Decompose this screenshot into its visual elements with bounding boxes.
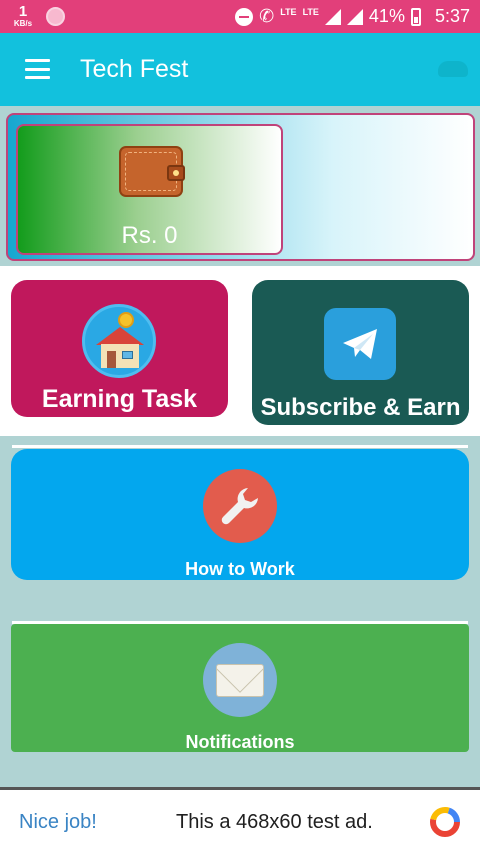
phone-icon: ✆ [259,6,275,26]
ad-choices-logo-icon[interactable] [429,806,461,838]
ad-text: This a 468x60 test ad. [176,811,373,833]
cloud-icon [438,61,468,77]
app-bar: Tech Fest [0,33,480,106]
menu-icon[interactable] [25,59,50,79]
notification-dot-icon [46,7,65,26]
telegram-icon [324,308,396,380]
wallet-icon [119,146,185,197]
earning-task-label: Earning Task [41,385,198,413]
wallet-balance: Rs. 0 [121,222,178,249]
how-to-work-button[interactable]: How to Work [11,449,469,580]
notifications-button[interactable]: Notifications [11,624,469,752]
wallet-banner: Rs. 0 [6,113,475,261]
how-to-work-label: How to Work [185,559,295,579]
divider [12,445,468,448]
app-title: Tech Fest [80,55,189,83]
subscribe-earn-label: Subscribe & Earn [260,394,461,421]
battery-icon [410,7,421,26]
network-speed: 1 KB/s [10,4,36,28]
status-icons: ✆ LTE LTE 41% 5:37 [235,0,470,33]
lte-label-2: LTE [302,6,319,17]
subscribe-earn-button[interactable]: Subscribe & Earn [252,280,469,425]
do-not-disturb-icon [235,7,254,26]
wallet-card[interactable]: Rs. 0 [16,124,283,255]
tiles-row: Earning Task Subscribe & Earn [0,266,480,436]
network-speed-value: 1 [18,3,28,20]
status-bar: 1 KB/s ✆ LTE LTE 41% 5:37 [0,0,480,33]
signal-icon-1 [324,8,341,25]
battery-percent: 41% [368,6,405,26]
lte-label-1: LTE [280,6,297,17]
clock: 5:37 [434,6,470,26]
network-speed-unit: KB/s [13,19,33,28]
house-icon [82,304,156,378]
mail-icon [203,643,277,717]
signal-icon-2 [346,8,363,25]
ad-nice-job-text: Nice job! [19,811,97,833]
ad-banner[interactable]: Nice job! This a 468x60 test ad. [0,787,480,853]
notifications-label: Notifications [185,732,295,752]
wallet-section: Rs. 0 [0,106,480,266]
wrench-icon [203,469,277,543]
earning-task-button[interactable]: Earning Task [11,280,228,417]
